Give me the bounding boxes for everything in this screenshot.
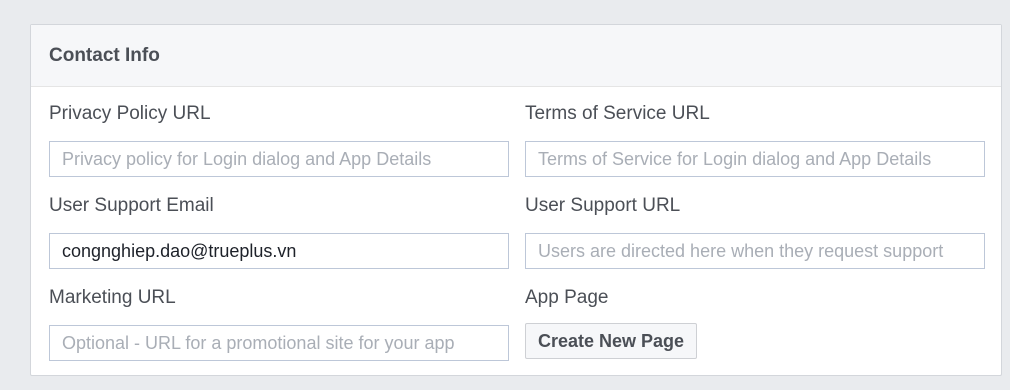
user-support-email-label: User Support Email xyxy=(49,195,214,216)
panel-title: Contact Info xyxy=(49,44,160,66)
user-support-url-input[interactable] xyxy=(525,233,985,269)
terms-of-service-input[interactable] xyxy=(525,141,985,177)
marketing-url-input[interactable] xyxy=(49,325,509,361)
contact-info-panel: Contact Info Privacy Policy URL Terms of… xyxy=(30,24,1002,376)
terms-of-service-label: Terms of Service URL xyxy=(525,103,710,124)
panel-header: Contact Info xyxy=(31,25,1001,87)
create-new-page-button[interactable]: Create New Page xyxy=(525,323,698,359)
marketing-url-label: Marketing URL xyxy=(49,287,176,308)
privacy-policy-input[interactable] xyxy=(49,141,509,177)
privacy-policy-label: Privacy Policy URL xyxy=(49,103,211,124)
user-support-email-input[interactable] xyxy=(49,233,509,269)
user-support-url-label: User Support URL xyxy=(525,195,681,216)
app-page-label: App Page xyxy=(525,287,609,308)
